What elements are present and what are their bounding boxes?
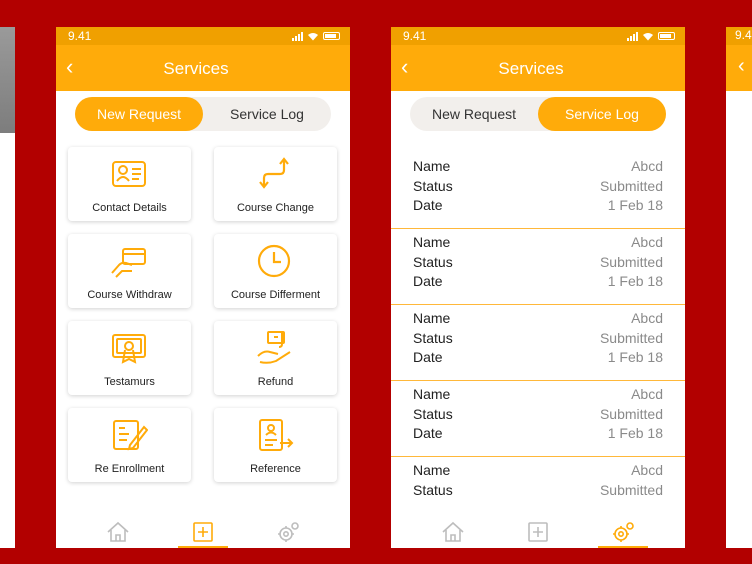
segmented-tabs: New Request Service Log bbox=[75, 97, 331, 131]
status-value: Submitted bbox=[599, 253, 663, 270]
service-label: Refund bbox=[257, 376, 294, 388]
name-value: Abcd bbox=[631, 462, 663, 478]
name-value: Abcd bbox=[631, 234, 663, 250]
log-entry[interactable]: Name Abcd Status Submitted Date 1 Feb 18 bbox=[391, 381, 685, 457]
service-log-list: Name Abcd Status Submitted Date 1 Feb 18 Na… bbox=[391, 153, 685, 533]
service-label: Reference bbox=[250, 463, 301, 475]
service-label: Re Enrollment bbox=[94, 463, 165, 475]
name-label: Name bbox=[413, 158, 451, 174]
name-value: Abcd bbox=[631, 158, 663, 174]
adjacent-screen-left bbox=[0, 27, 15, 548]
adjacent-back-icon: ‹ bbox=[726, 45, 752, 91]
log-entry[interactable]: Name Abcd Status Submitted Date 1 Feb 18 bbox=[391, 153, 685, 229]
service-card-reference[interactable]: Reference bbox=[214, 408, 337, 482]
service-card-testamurs[interactable]: Testamurs bbox=[68, 321, 191, 395]
settings-gear-icon bbox=[613, 522, 634, 542]
add-box-icon bbox=[193, 522, 213, 542]
name-label: Name bbox=[413, 234, 451, 250]
service-label: Testamurs bbox=[104, 376, 155, 388]
wifi-icon bbox=[308, 32, 318, 40]
status-bar: 9.41 bbox=[391, 27, 685, 45]
name-label: Name bbox=[413, 310, 451, 326]
bottom-nav bbox=[56, 518, 350, 548]
battery-icon bbox=[658, 32, 675, 40]
signal-icon bbox=[627, 31, 638, 41]
status-time: 9.41 bbox=[403, 29, 427, 43]
date-value: 1 Feb 18 bbox=[607, 349, 663, 365]
status-value: Submitted bbox=[599, 329, 663, 346]
course-change-icon bbox=[259, 157, 289, 189]
date-label: Date bbox=[413, 425, 443, 441]
status-label: Status bbox=[413, 329, 453, 346]
service-label: Course Withdraw bbox=[87, 289, 172, 301]
form-edit-icon bbox=[113, 420, 148, 451]
name-value: Abcd bbox=[631, 310, 663, 326]
service-label: Course Differment bbox=[230, 289, 321, 301]
adjacent-screen-right: 9.4 ‹ bbox=[726, 27, 752, 548]
date-value: 1 Feb 18 bbox=[607, 273, 663, 289]
adjacent-screen-image bbox=[0, 27, 15, 133]
date-label: Date bbox=[413, 273, 443, 289]
log-entry[interactable]: Name Abcd Status Submitted Date 1 Feb 18 bbox=[391, 229, 685, 305]
service-card-course-differment[interactable]: Course Differment bbox=[214, 234, 337, 308]
nav-settings[interactable] bbox=[263, 520, 313, 548]
bottom-nav bbox=[391, 518, 685, 548]
home-icon bbox=[107, 521, 129, 542]
status-label: Status bbox=[413, 253, 453, 270]
new-request-screen: 9.41 ‹ Services New Request Service Log … bbox=[56, 27, 350, 548]
tab-new-request[interactable]: New Request bbox=[410, 97, 538, 131]
date-value: 1 Feb 18 bbox=[607, 425, 663, 441]
page-title: Services bbox=[163, 59, 229, 78]
date-value: 1 Feb 18 bbox=[607, 197, 663, 213]
reference-document-icon bbox=[259, 419, 294, 451]
name-label: Name bbox=[413, 462, 451, 478]
status-bar: 9.41 bbox=[56, 27, 350, 45]
service-card-course-withdraw[interactable]: Course Withdraw bbox=[68, 234, 191, 308]
status-value: Submitted bbox=[599, 405, 663, 422]
service-card-course-change[interactable]: Course Change bbox=[214, 147, 337, 221]
home-icon bbox=[442, 521, 464, 542]
tab-new-request[interactable]: New Request bbox=[75, 97, 203, 131]
segmented-tabs: New Request Service Log bbox=[410, 97, 666, 131]
settings-gear-icon bbox=[278, 522, 299, 542]
tab-service-log[interactable]: Service Log bbox=[538, 97, 666, 131]
refund-hand-icon bbox=[257, 331, 291, 364]
nav-settings[interactable] bbox=[598, 520, 648, 548]
nav-home[interactable] bbox=[428, 520, 478, 548]
status-value: Submitted bbox=[599, 177, 663, 194]
signal-icon bbox=[292, 31, 303, 41]
status-label: Status bbox=[413, 405, 453, 422]
status-time: 9.41 bbox=[68, 29, 92, 43]
status-label: Status bbox=[413, 481, 453, 498]
service-log-screen: 9.41 ‹ Services New Request Service Log … bbox=[391, 27, 685, 548]
name-label: Name bbox=[413, 386, 451, 402]
nav-add[interactable] bbox=[513, 520, 563, 548]
name-value: Abcd bbox=[631, 386, 663, 402]
service-card-refund[interactable]: Refund bbox=[214, 321, 337, 395]
nav-add[interactable] bbox=[178, 520, 228, 548]
clock-icon bbox=[257, 244, 291, 278]
service-label: Course Change bbox=[236, 202, 315, 214]
tab-service-log[interactable]: Service Log bbox=[203, 97, 331, 131]
wifi-icon bbox=[643, 32, 653, 40]
app-header: ‹ Services bbox=[56, 45, 350, 91]
battery-icon bbox=[323, 32, 340, 40]
contact-card-icon bbox=[112, 161, 146, 187]
adjacent-status-time: 9.4 bbox=[726, 27, 752, 45]
service-label: Contact Details bbox=[92, 202, 167, 214]
date-label: Date bbox=[413, 349, 443, 365]
page-title: Services bbox=[498, 59, 564, 78]
log-entry[interactable]: Name Abcd Status Submitted Date 1 Feb 18 bbox=[391, 305, 685, 381]
date-label: Date bbox=[413, 197, 443, 213]
card-in-hand-icon bbox=[111, 248, 146, 278]
nav-home[interactable] bbox=[93, 520, 143, 548]
service-card-re-enrollment[interactable]: Re Enrollment bbox=[68, 408, 191, 482]
app-header: ‹ Services bbox=[391, 45, 685, 91]
service-card-contact-details[interactable]: Contact Details bbox=[68, 147, 191, 221]
status-label: Status bbox=[413, 177, 453, 194]
status-value: Submitted bbox=[599, 481, 663, 498]
certificate-icon bbox=[112, 334, 146, 364]
add-box-icon bbox=[528, 522, 548, 542]
